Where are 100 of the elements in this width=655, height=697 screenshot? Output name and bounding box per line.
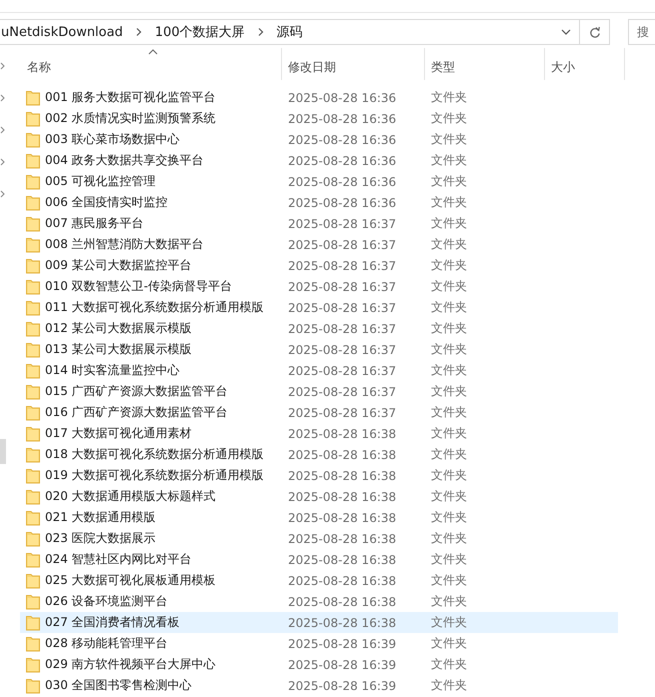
file-row[interactable]: 006 全国疫情实时监控 2025-08-28 16:36 文件夹	[20, 192, 618, 213]
file-row[interactable]: 018 大数据可视化系统数据分析通用模版 2025-08-28 16:38 文件夹	[20, 444, 618, 465]
folder-icon	[26, 216, 40, 232]
folder-icon	[26, 678, 40, 694]
modified-date: 2025-08-28 16:37	[287, 406, 398, 420]
address-bar[interactable]: uNetdiskDownload 100个数据大屏 源码	[0, 19, 610, 45]
file-name: 006 全国疫情实时监控	[45, 194, 168, 211]
file-name: 013 某公司大数据展示模版	[45, 341, 192, 358]
file-name: 012 某公司大数据展示模版	[45, 320, 192, 337]
file-row[interactable]: 010 双数智慧公卫-传染病督导平台 2025-08-28 16:37 文件夹	[20, 276, 618, 297]
file-row[interactable]: 001 服务大数据可视化监管平台 2025-08-28 16:36 文件夹	[20, 87, 618, 108]
file-row[interactable]: 030 全国图书零售检测中心 2025-08-28 16:39 文件夹	[20, 675, 618, 696]
breadcrumb[interactable]: 源码	[276, 23, 303, 41]
file-row[interactable]: 027 全国消费者情况看板 2025-08-28 16:38 文件夹	[20, 612, 618, 633]
file-name: 008 兰州智慧消防大数据平台	[45, 236, 204, 253]
folder-icon	[26, 278, 40, 294]
file-row[interactable]: 005 可视化监控管理 2025-08-28 16:36 文件夹	[20, 171, 618, 192]
modified-date: 2025-08-28 16:37	[287, 364, 398, 378]
modified-date: 2025-08-28 16:38	[287, 532, 398, 546]
file-row[interactable]: 003 联心菜市场数据中心 2025-08-28 16:36 文件夹	[20, 129, 618, 150]
folder-icon	[26, 110, 40, 126]
column-header[interactable]: 修改日期	[282, 48, 425, 80]
folder-icon	[26, 362, 40, 378]
file-row[interactable]: 025 大数据可视化展板通用模板 2025-08-28 16:38 文件夹	[20, 570, 618, 591]
breadcrumb[interactable]: uNetdiskDownload	[1, 24, 123, 40]
file-type: 文件夹	[430, 110, 468, 127]
file-row[interactable]: 015 广西矿产资源大数据监管平台 2025-08-28 16:37 文件夹	[20, 381, 618, 402]
folder-icon	[26, 510, 40, 526]
modified-date: 2025-08-28 16:37	[287, 216, 398, 230]
file-row[interactable]: 029 南方软件视频平台大屏中心 2025-08-28 16:39 文件夹	[20, 654, 618, 675]
file-name: 027 全国消费者情况看板	[45, 614, 180, 631]
file-row[interactable]: 017 大数据可视化通用素材 2025-08-28 16:38 文件夹	[20, 423, 618, 444]
file-name: 024 智慧社区内网比对平台	[45, 551, 192, 568]
folder-icon	[26, 90, 40, 106]
file-type: 文件夹	[430, 89, 468, 106]
file-type: 文件夹	[430, 572, 468, 589]
file-type: 文件夹	[430, 635, 468, 652]
file-row[interactable]: 023 医院大数据展示 2025-08-28 16:38 文件夹	[20, 528, 618, 549]
folder-icon	[26, 300, 40, 316]
file-name: 029 南方软件视频平台大屏中心	[45, 656, 216, 673]
file-name: 026 设备环境监测平台	[45, 593, 168, 610]
modified-date: 2025-08-28 16:37	[287, 300, 398, 314]
file-row[interactable]: 028 移动能耗管理平台 2025-08-28 16:39 文件夹	[20, 633, 618, 654]
file-name: 015 广西矿产资源大数据监管平台	[45, 383, 228, 400]
file-row[interactable]: 004 政务大数据共享交换平台 2025-08-28 16:36 文件夹	[20, 150, 618, 171]
file-row[interactable]: 019 大数据可视化系统数据分析通用模版 2025-08-28 16:38 文件夹	[20, 465, 618, 486]
modified-date: 2025-08-28 16:37	[287, 384, 398, 398]
modified-date: 2025-08-28 16:37	[287, 258, 398, 272]
file-row[interactable]: 011 大数据可视化系统数据分析通用模版 2025-08-28 16:37 文件夹	[20, 297, 618, 318]
file-row[interactable]: 012 某公司大数据展示模版 2025-08-28 16:37 文件夹	[20, 318, 618, 339]
file-row[interactable]: 020 大数据通用模版大标题样式 2025-08-28 16:38 文件夹	[20, 486, 618, 507]
modified-date: 2025-08-28 16:38	[287, 574, 398, 588]
file-name: 025 大数据可视化展板通用模板	[45, 572, 216, 589]
file-row[interactable]: 007 惠民服务平台 2025-08-28 16:37 文件夹	[20, 213, 618, 234]
modified-date: 2025-08-28 16:38	[287, 552, 398, 566]
folder-icon	[26, 594, 40, 610]
folder-icon	[26, 404, 40, 420]
file-name: 009 某公司大数据监控平台	[45, 257, 192, 274]
file-row[interactable]: 013 某公司大数据展示模版 2025-08-28 16:37 文件夹	[20, 339, 618, 360]
file-type: 文件夹	[430, 383, 468, 400]
column-header[interactable]: 大小	[545, 48, 625, 80]
folder-icon	[26, 468, 40, 484]
file-type: 文件夹	[430, 341, 468, 358]
file-name: 005 可视化监控管理	[45, 173, 156, 190]
file-row[interactable]: 021 大数据通用模版 2025-08-28 16:38 文件夹	[20, 507, 618, 528]
folder-icon	[26, 446, 40, 462]
file-row[interactable]: 008 兰州智慧消防大数据平台 2025-08-28 16:37 文件夹	[20, 234, 618, 255]
folder-icon	[26, 572, 40, 588]
file-name: 003 联心菜市场数据中心	[45, 131, 180, 148]
file-name: 017 大数据可视化通用素材	[45, 425, 192, 442]
file-row[interactable]: 016 广西矿产资源大数据监管平台 2025-08-28 16:37 文件夹	[20, 402, 618, 423]
file-row[interactable]: 014 时实客流量监控中心 2025-08-28 16:37 文件夹	[20, 360, 618, 381]
file-name: 016 广西矿产资源大数据监管平台	[45, 404, 228, 421]
file-name: 001 服务大数据可视化监管平台	[45, 89, 216, 106]
folder-icon	[26, 614, 40, 630]
folder-icon	[26, 152, 40, 168]
column-header[interactable]: 名称	[24, 48, 282, 80]
file-type: 文件夹	[430, 614, 468, 631]
file-type: 文件夹	[430, 404, 468, 421]
modified-date: 2025-08-28 16:36	[287, 132, 398, 146]
breadcrumb[interactable]: 100个数据大屏	[154, 23, 245, 41]
file-type: 文件夹	[430, 299, 468, 316]
file-name: 023 医院大数据展示	[45, 530, 156, 547]
modified-date: 2025-08-28 16:38	[287, 510, 398, 524]
folder-icon	[26, 320, 40, 336]
file-type: 文件夹	[430, 131, 468, 148]
file-type: 文件夹	[430, 467, 468, 484]
file-row[interactable]: 024 智慧社区内网比对平台 2025-08-28 16:38 文件夹	[20, 549, 618, 570]
file-row[interactable]: 009 某公司大数据监控平台 2025-08-28 16:37 文件夹	[20, 255, 618, 276]
modified-date: 2025-08-28 16:38	[287, 468, 398, 482]
file-name: 014 时实客流量监控中心	[45, 362, 180, 379]
modified-date: 2025-08-28 16:38	[287, 594, 398, 608]
file-type: 文件夹	[430, 446, 468, 463]
file-row[interactable]: 026 设备环境监测平台 2025-08-28 16:38 文件夹	[20, 591, 618, 612]
modified-date: 2025-08-28 16:38	[287, 426, 398, 440]
file-type: 文件夹	[430, 488, 468, 505]
column-header[interactable]: 类型	[425, 48, 545, 80]
folder-icon	[26, 530, 40, 546]
search-field[interactable]: 搜	[628, 19, 655, 45]
file-row[interactable]: 002 水质情况实时监测预警系统 2025-08-28 16:36 文件夹	[20, 108, 618, 129]
